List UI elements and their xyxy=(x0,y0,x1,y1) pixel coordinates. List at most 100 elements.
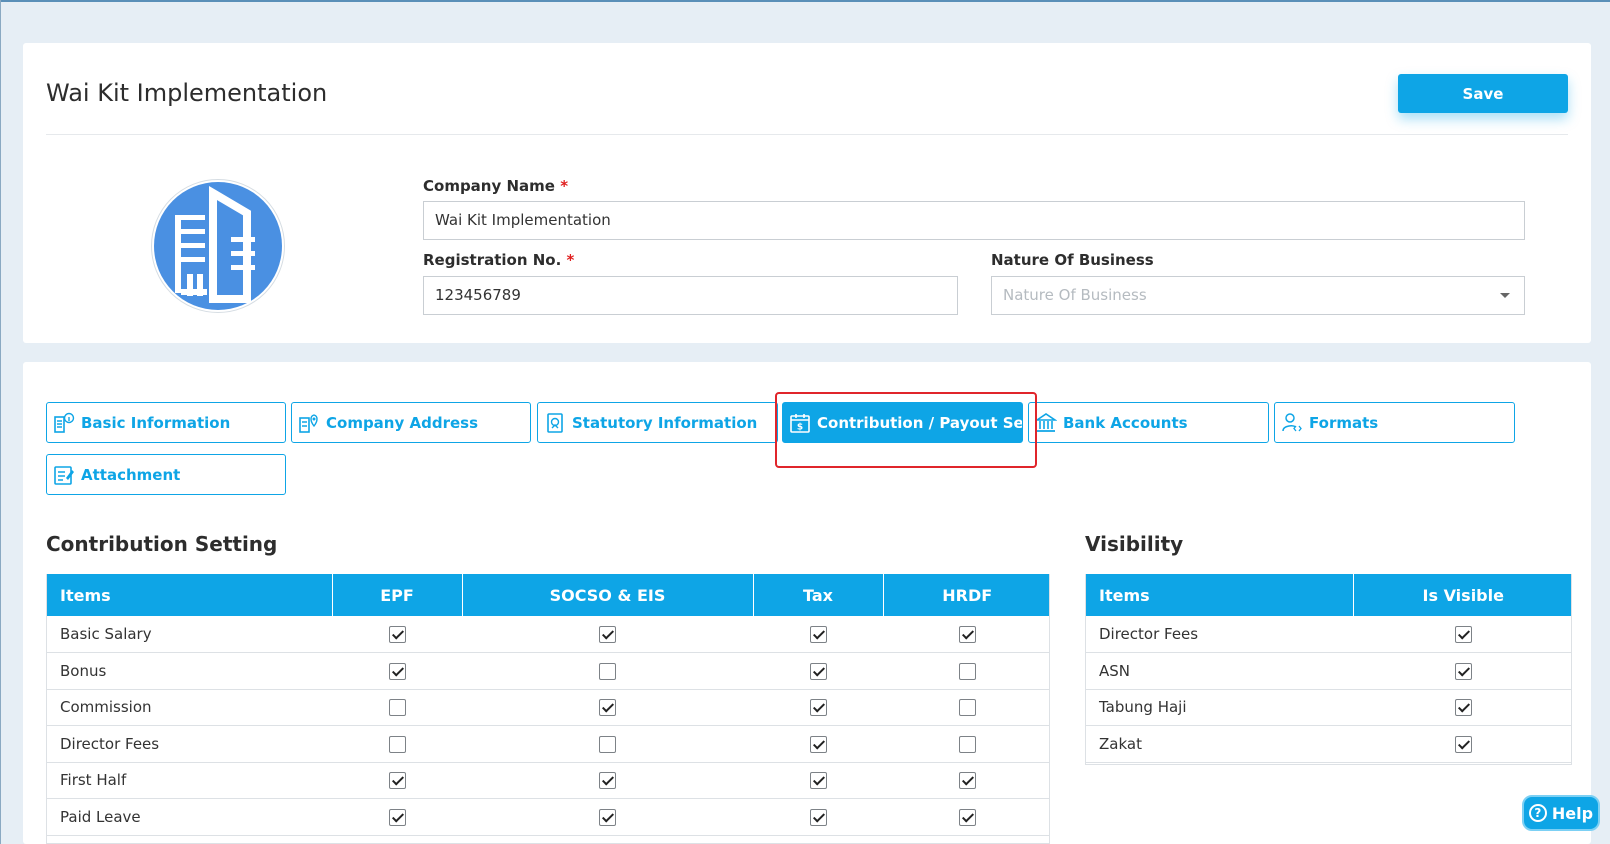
table-row: First Half xyxy=(47,762,1049,799)
tax-cell xyxy=(753,616,883,653)
checkbox[interactable] xyxy=(958,735,976,753)
checkbox[interactable] xyxy=(809,626,827,643)
checkbox[interactable] xyxy=(1454,699,1472,717)
socso-cell xyxy=(462,762,753,799)
row-item-label: Commission xyxy=(47,689,332,726)
checkbox[interactable] xyxy=(599,808,616,826)
tab-statutory-information[interactable]: Statutory Information xyxy=(537,402,778,443)
checkbox[interactable] xyxy=(809,699,827,717)
checkbox[interactable] xyxy=(599,699,616,717)
checkbox[interactable] xyxy=(809,772,827,790)
tab-label: Formats xyxy=(1309,413,1379,432)
epf-cell xyxy=(332,616,462,653)
tab-label: Attachment xyxy=(81,465,181,484)
tax-cell xyxy=(753,798,883,836)
is-visible-cell xyxy=(1353,616,1571,653)
row-item-label: Tabung Haji xyxy=(1086,689,1353,726)
checkbox[interactable] xyxy=(388,662,406,680)
document-edit-icon xyxy=(54,465,74,485)
checkbox[interactable] xyxy=(599,772,616,790)
page-title: Wai Kit Implementation xyxy=(46,79,328,107)
checkbox[interactable] xyxy=(1454,735,1472,753)
contribution-table: Items EPF SOCSO & EIS Tax HRDF Basic Sal… xyxy=(47,574,1049,836)
registration-input[interactable]: 123456789 xyxy=(423,276,958,315)
help-label: Help xyxy=(1551,803,1594,823)
checkbox[interactable] xyxy=(599,626,616,643)
help-icon: ? xyxy=(1528,804,1547,822)
contribution-header-row: Items EPF SOCSO & EIS Tax HRDF xyxy=(47,574,1049,616)
window-top-border xyxy=(0,0,1610,2)
checkbox[interactable] xyxy=(1454,626,1472,643)
bank-icon xyxy=(1035,412,1057,432)
col-header-is-visible: Is Visible xyxy=(1353,574,1571,616)
tab-bank-accounts[interactable]: Bank Accounts xyxy=(1028,402,1269,443)
visibility-table: Items Is Visible Director Fees ASN Tabung … xyxy=(1086,574,1571,763)
contribution-setting-title: Contribution Setting xyxy=(46,532,278,556)
checkbox[interactable] xyxy=(958,699,976,717)
company-logo[interactable] xyxy=(151,179,285,313)
socso-cell xyxy=(462,725,753,763)
table-row: Zakat xyxy=(1086,725,1571,763)
checkbox[interactable] xyxy=(809,808,827,826)
socso-cell xyxy=(462,689,753,726)
user-code-icon xyxy=(1282,412,1302,431)
epf-cell xyxy=(332,798,462,836)
tab-basic-information[interactable]: Basic Information xyxy=(46,402,286,443)
checkbox[interactable] xyxy=(599,735,616,753)
hrdf-cell xyxy=(883,798,1049,836)
checkbox[interactable] xyxy=(958,626,976,643)
tax-cell xyxy=(753,762,883,799)
table-row: Paid Leave xyxy=(47,798,1049,836)
tab-label: Basic Information xyxy=(81,413,231,432)
row-item-label: Bonus xyxy=(47,652,332,690)
col-header-items: Items xyxy=(1086,574,1354,616)
company-header-card: Wai Kit Implementation Save Company Name… xyxy=(23,43,1591,343)
checkbox[interactable] xyxy=(809,662,827,680)
tax-cell xyxy=(753,652,883,690)
nature-of-business-label: Nature Of Business xyxy=(991,251,1154,269)
table-row: Tabung Haji xyxy=(1086,689,1571,726)
contribution-table-wrap: Items EPF SOCSO & EIS Tax HRDF Basic Sal… xyxy=(46,574,1050,844)
checkbox[interactable] xyxy=(388,699,406,717)
nature-of-business-placeholder: Nature Of Business xyxy=(1003,286,1147,304)
table-row: Basic Salary xyxy=(47,616,1049,653)
tab-company-address[interactable]: Company Address xyxy=(291,402,531,443)
row-item-label: First Half xyxy=(47,762,332,799)
table-row: Commission xyxy=(47,689,1049,726)
tab-formats[interactable]: Formats xyxy=(1274,402,1515,443)
visibility-header-row: Items Is Visible xyxy=(1086,574,1571,616)
help-button[interactable]: ? Help xyxy=(1522,795,1600,831)
nature-of-business-select[interactable]: Nature Of Business xyxy=(991,276,1525,315)
checkbox[interactable] xyxy=(958,662,976,680)
checkbox[interactable] xyxy=(599,662,616,680)
save-button[interactable]: Save xyxy=(1398,74,1568,113)
checkbox[interactable] xyxy=(809,735,827,753)
checkbox[interactable] xyxy=(388,772,406,790)
socso-cell xyxy=(462,798,753,836)
document-badge-icon xyxy=(547,412,563,433)
row-item-label: Director Fees xyxy=(47,725,332,763)
table-row: Director Fees xyxy=(47,725,1049,763)
checkbox[interactable] xyxy=(958,772,976,790)
table-row: Bonus xyxy=(47,652,1049,690)
table-row: ASN xyxy=(1086,652,1571,690)
tab-label: Bank Accounts xyxy=(1063,413,1188,432)
tab-label: Statutory Information xyxy=(572,413,758,432)
company-name-input[interactable]: Wai Kit Implementation xyxy=(423,201,1525,240)
visibility-title: Visibility xyxy=(1085,532,1184,556)
company-building-icon xyxy=(154,182,282,310)
active-tab-highlight xyxy=(775,392,1037,468)
checkbox[interactable] xyxy=(1454,662,1472,680)
chevron-down-icon xyxy=(1500,293,1510,298)
checkbox[interactable] xyxy=(388,735,406,753)
checkbox[interactable] xyxy=(958,808,976,826)
col-header-items: Items xyxy=(47,574,333,616)
checkbox[interactable] xyxy=(388,808,406,826)
tab-attachment[interactable]: Attachment xyxy=(46,454,286,495)
tax-cell xyxy=(753,725,883,763)
col-header-epf: EPF xyxy=(332,574,463,616)
row-item-label: Basic Salary xyxy=(47,616,332,653)
tax-cell xyxy=(753,689,883,726)
header-divider xyxy=(46,134,1568,135)
checkbox[interactable] xyxy=(388,626,406,643)
